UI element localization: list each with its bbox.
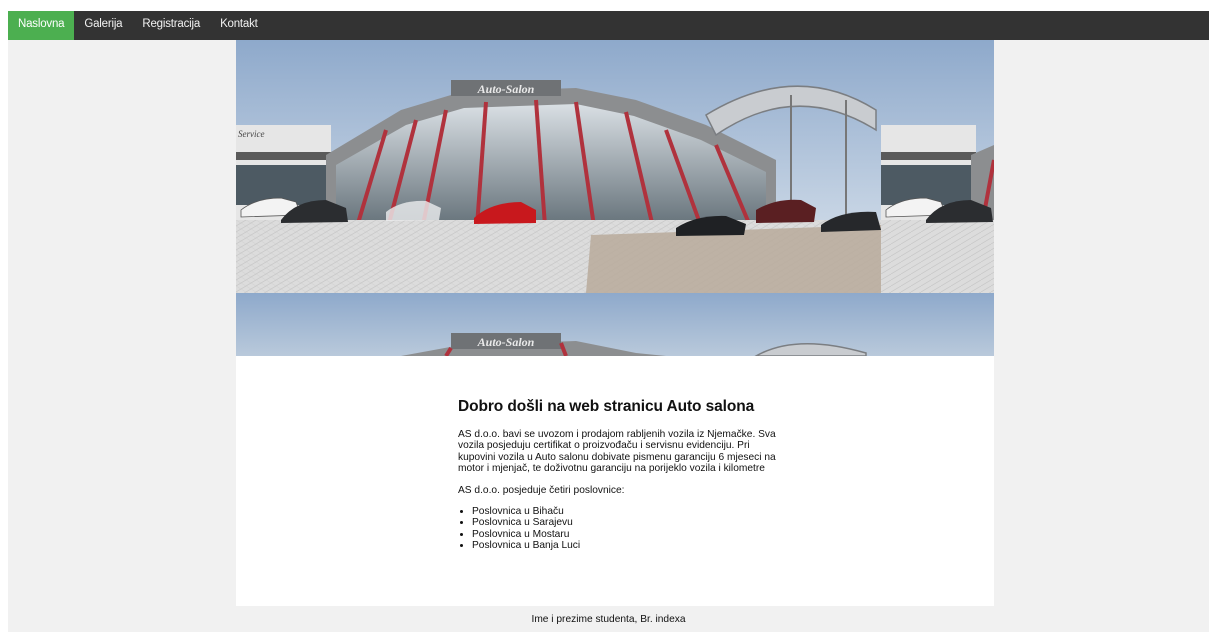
intro-paragraph: AS d.o.o. bavi se uvozom i prodajom rabl…: [458, 429, 776, 475]
top-navigation: Naslovna Galerija Registracija Kontakt: [8, 11, 1209, 40]
nav-link-naslovna[interactable]: Naslovna: [8, 11, 75, 40]
nav-link-galerija[interactable]: Galerija: [74, 11, 132, 40]
hero-tile-corner: [881, 293, 994, 356]
hero-tile-main: Service Auto-Salon: [236, 40, 881, 293]
welcome-heading: Dobro došli na web stranicu Auto salona: [458, 398, 755, 415]
auto-salon-sign-repeat: Auto-Salon: [477, 335, 535, 349]
showroom-photo: Service Auto-Salon: [236, 40, 881, 293]
list-item: Poslovnica u Bihaču: [472, 506, 788, 517]
list-item: Poslovnica u Sarajevu: [472, 517, 788, 528]
showroom-photo-repeat: [881, 40, 994, 293]
welcome-section: Dobro došli na web stranicu Auto salona …: [458, 398, 788, 552]
showroom-photo-repeat-bottom: Auto-Salon: [236, 293, 881, 356]
offices-intro: AS d.o.o. posjeduje četiri poslovnice:: [458, 484, 625, 496]
hero-image: Service Auto-Salon Auto-Salon: [236, 40, 994, 356]
hero-tile-bottom: Auto-Salon: [236, 293, 881, 356]
offices-list: Poslovnica u Bihaču Poslovnica u Sarajev…: [458, 506, 788, 552]
list-item: Poslovnica u Mostaru: [472, 529, 788, 540]
main-container: Service Auto-Salon Auto-Salon Dobro došl…: [236, 40, 994, 606]
page-background: Naslovna Galerija Registracija Kontakt S…: [8, 11, 1209, 632]
list-item: Poslovnica u Banja Luci: [472, 540, 788, 551]
nav-link-registracija[interactable]: Registracija: [132, 11, 210, 40]
hero-tile-right: [881, 40, 994, 293]
service-sign: Service: [238, 129, 264, 139]
footer-text: Ime i prezime studenta, Br. indexa: [531, 614, 686, 625]
auto-salon-sign: Auto-Salon: [477, 82, 535, 96]
nav-link-kontakt[interactable]: Kontakt: [210, 11, 268, 40]
